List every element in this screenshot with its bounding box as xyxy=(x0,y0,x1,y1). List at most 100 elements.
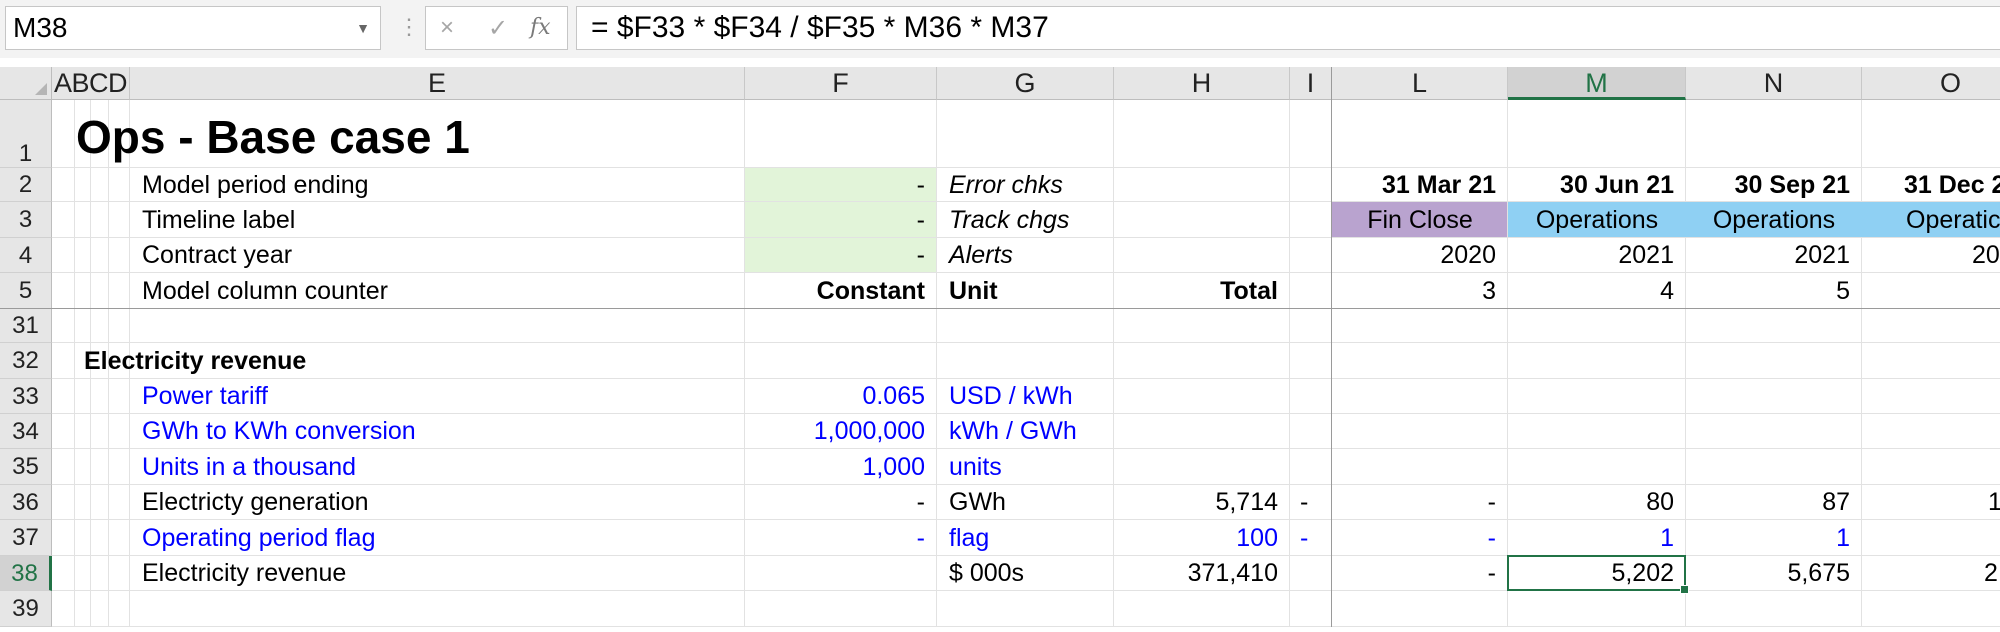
timeline-cell-o[interactable]: 31 Dec 2 xyxy=(1862,168,2000,202)
name-box[interactable]: M38 ▼ xyxy=(5,6,381,50)
cancel-icon[interactable]: × xyxy=(440,14,454,42)
row-header-5[interactable]: 5 xyxy=(0,273,52,309)
period-value-o[interactable]: 2,4 xyxy=(1862,556,2000,591)
row-label[interactable]: Electricity revenue xyxy=(130,556,745,591)
period-value-o[interactable] xyxy=(1862,414,2000,449)
row-header-32[interactable]: 32 xyxy=(0,343,52,379)
timeline-cell-l[interactable]: Fin Close xyxy=(1332,202,1508,238)
column-header-o[interactable]: O xyxy=(1862,67,2000,100)
formula-bar-grip-icon[interactable]: ⋮ xyxy=(398,14,420,40)
constant-value[interactable]: - xyxy=(745,520,937,556)
period-value-n[interactable]: 5,675 xyxy=(1686,556,1862,591)
timeline-cell-l[interactable]: 31 Mar 21 xyxy=(1332,168,1508,202)
timeline-cell-m[interactable]: Operations xyxy=(1508,202,1686,238)
total-value[interactable]: 100 xyxy=(1114,520,1290,556)
row-label[interactable]: Operating period flag xyxy=(130,520,745,556)
timeline-cell-m[interactable]: 30 Jun 21 xyxy=(1508,168,1686,202)
column-header-h[interactable]: H xyxy=(1114,67,1290,100)
formula-input[interactable]: = $F33 * $F34 / $F35 * M36 * M37 xyxy=(576,6,2000,50)
row-header-35[interactable]: 35 xyxy=(0,449,52,485)
period-value-m[interactable]: 80 xyxy=(1508,485,1686,520)
row-header-36[interactable]: 36 xyxy=(0,485,52,520)
column-header-i[interactable]: I xyxy=(1290,67,1332,100)
flag-value[interactable] xyxy=(1290,379,1332,414)
period-value-m[interactable] xyxy=(1508,449,1686,485)
constant-value[interactable]: 0.065 xyxy=(745,379,937,414)
row-label[interactable]: Electricty generation xyxy=(130,485,745,520)
timeline-cell-n[interactable]: 30 Sep 21 xyxy=(1686,168,1862,202)
row-header-33[interactable]: 33 xyxy=(0,379,52,414)
row-header-4[interactable]: 4 xyxy=(0,238,52,273)
timeline-cell-l[interactable]: 3 xyxy=(1332,273,1508,309)
input-cell[interactable]: - xyxy=(745,238,937,273)
check-label[interactable]: Error chks xyxy=(937,168,1114,202)
period-value-m[interactable]: 1 xyxy=(1508,520,1686,556)
row-label[interactable]: GWh to KWh conversion xyxy=(130,414,745,449)
row-header-34[interactable]: 34 xyxy=(0,414,52,449)
enter-icon[interactable]: ✓ xyxy=(488,14,508,43)
flag-value[interactable]: - xyxy=(1290,520,1332,556)
period-value-n[interactable]: 87 xyxy=(1686,485,1862,520)
period-value-n[interactable] xyxy=(1686,449,1862,485)
period-value-o[interactable] xyxy=(1862,520,2000,556)
row-header-31[interactable]: 31 xyxy=(0,309,52,343)
timeline-cell-l[interactable]: 2020 xyxy=(1332,238,1508,273)
period-value-l[interactable] xyxy=(1332,449,1508,485)
total-value[interactable] xyxy=(1114,449,1290,485)
unit-value[interactable]: units xyxy=(937,449,1114,485)
column-header-l[interactable]: L xyxy=(1332,67,1508,100)
total-value[interactable]: 371,410 xyxy=(1114,556,1290,591)
period-value-l[interactable] xyxy=(1332,379,1508,414)
column-header-e[interactable]: E xyxy=(130,67,745,100)
select-all-corner[interactable] xyxy=(0,67,52,100)
column-header-m[interactable]: M xyxy=(1508,67,1686,100)
column-header-f[interactable]: F xyxy=(745,67,937,100)
column-header-abcd[interactable]: ABCD xyxy=(52,67,130,100)
flag-value[interactable] xyxy=(1290,556,1332,591)
total-value[interactable] xyxy=(1114,414,1290,449)
period-value-n[interactable]: 1 xyxy=(1686,520,1862,556)
timeline-cell-o[interactable] xyxy=(1862,273,2000,309)
row-label[interactable]: Timeline label xyxy=(130,202,745,238)
constant-value[interactable]: 1,000 xyxy=(745,449,937,485)
row-label[interactable]: Contract year xyxy=(130,238,745,273)
unit-value[interactable]: flag xyxy=(937,520,1114,556)
timeline-cell-m[interactable]: 2021 xyxy=(1508,238,1686,273)
row-label[interactable]: Units in a thousand xyxy=(130,449,745,485)
period-value-m[interactable] xyxy=(1508,379,1686,414)
period-value-n[interactable] xyxy=(1686,379,1862,414)
period-value-l[interactable]: - xyxy=(1332,520,1508,556)
row-header-37[interactable]: 37 xyxy=(0,520,52,556)
row-label[interactable]: Model column counter xyxy=(130,273,745,309)
period-value-l[interactable] xyxy=(1332,414,1508,449)
unit-value[interactable]: USD / kWh xyxy=(937,379,1114,414)
row-header-2[interactable]: 2 xyxy=(0,168,52,202)
flag-value[interactable] xyxy=(1290,449,1332,485)
total-value[interactable]: 5,714 xyxy=(1114,485,1290,520)
selected-cell-border[interactable] xyxy=(1507,555,1689,594)
constant-header[interactable]: Constant xyxy=(745,273,937,309)
name-box-dropdown-icon[interactable]: ▼ xyxy=(356,7,370,49)
check-label[interactable]: Alerts xyxy=(937,238,1114,273)
constant-value[interactable]: 1,000,000 xyxy=(745,414,937,449)
input-cell[interactable]: - xyxy=(745,168,937,202)
timeline-cell-o[interactable]: 20 xyxy=(1862,238,2000,273)
input-cell[interactable]: - xyxy=(745,202,937,238)
flag-value[interactable] xyxy=(1290,414,1332,449)
timeline-cell-m[interactable]: 4 xyxy=(1508,273,1686,309)
row-label[interactable]: Model period ending xyxy=(130,168,745,202)
check-label[interactable]: Track chgs xyxy=(937,202,1114,238)
row-header-38[interactable]: 38 xyxy=(0,556,52,591)
period-value-o[interactable] xyxy=(1862,379,2000,414)
row-label[interactable]: Power tariff xyxy=(130,379,745,414)
constant-value[interactable]: - xyxy=(745,485,937,520)
column-header-n[interactable]: N xyxy=(1686,67,1862,100)
insert-function-icon[interactable]: fx xyxy=(530,15,551,40)
period-value-l[interactable]: - xyxy=(1332,485,1508,520)
total-header[interactable]: Total xyxy=(1114,273,1290,309)
period-value-o[interactable] xyxy=(1862,449,2000,485)
timeline-cell-o[interactable]: Operatic xyxy=(1862,202,2000,238)
row-header-39[interactable]: 39 xyxy=(0,591,52,627)
unit-value[interactable]: GWh xyxy=(937,485,1114,520)
total-value[interactable] xyxy=(1114,379,1290,414)
